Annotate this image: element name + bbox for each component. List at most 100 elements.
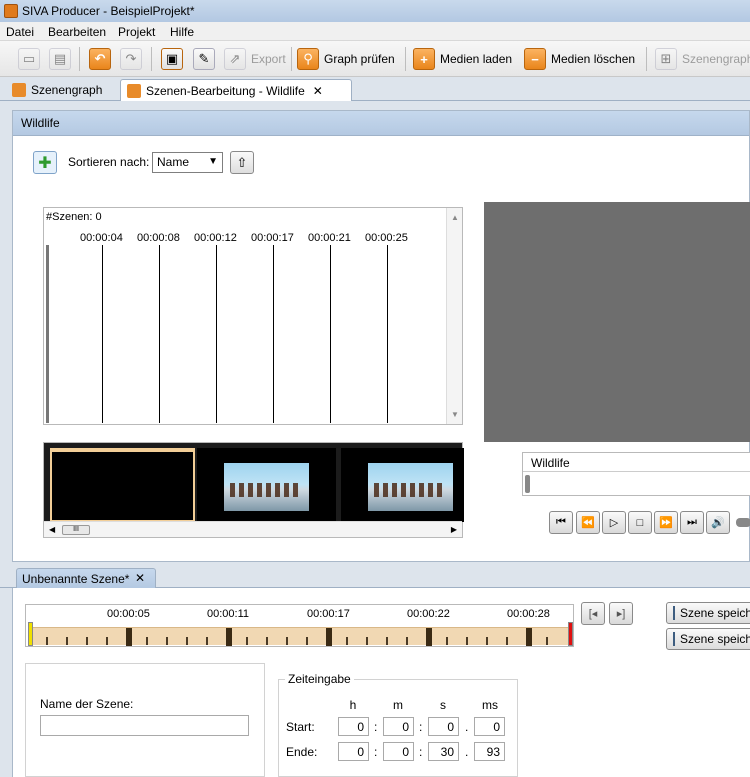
minus-icon: −	[524, 48, 546, 70]
start-marker[interactable]	[28, 622, 33, 646]
end-marker[interactable]	[568, 622, 573, 646]
sort-direction-button[interactable]: ⇧	[230, 151, 254, 174]
save-scene-button[interactable]: Szene speichern	[666, 602, 750, 624]
redo-button[interactable]: ↷	[120, 47, 142, 71]
menu-datei[interactable]: Datei	[6, 25, 34, 39]
toolbar-separator	[79, 47, 80, 71]
tab-unnamed-scene[interactable]: Unbenannte Szene* ✕	[16, 568, 156, 588]
toolbar-separator	[646, 47, 647, 71]
timeline-line	[273, 245, 274, 423]
print-button[interactable]: ▤	[49, 47, 71, 71]
end-minutes-field[interactable]: 0	[383, 742, 414, 761]
menu-bar: Datei Bearbeiten Projekt Hilfe	[0, 22, 750, 41]
start-ms-field[interactable]: 0	[474, 717, 505, 736]
vertical-scrollbar[interactable]: ▲ ▼	[446, 208, 462, 424]
close-icon[interactable]: ✕	[313, 84, 323, 98]
media-position-slider[interactable]	[525, 475, 530, 493]
skip-start-button[interactable]: ⏮	[549, 511, 573, 534]
new-button[interactable]: ▭	[18, 47, 40, 71]
media-load-button[interactable]: + Medien laden	[413, 47, 512, 71]
export-label: Export	[251, 52, 286, 66]
scene-time-ruler[interactable]: 00:00:05 00:00:11 00:00:17 00:00:22 00:0…	[25, 604, 574, 647]
scenegraph-icon: ⊞	[655, 48, 677, 70]
timeline-label: 00:00:12	[194, 232, 237, 244]
scroll-right-icon[interactable]: ▶	[451, 525, 457, 534]
scroll-up-icon[interactable]: ▲	[451, 213, 459, 222]
end-hours-field[interactable]: 0	[338, 742, 369, 761]
stop-icon: □	[636, 516, 644, 529]
scene-name-input[interactable]	[40, 715, 249, 736]
media-name: Wildlife	[531, 456, 570, 470]
tab-scene-editing[interactable]: Szenen-Bearbeitung - Wildlife ✕	[120, 79, 352, 101]
play-button[interactable]: ▷	[602, 511, 626, 534]
graph-check-button[interactable]: ⚲ Graph prüfen	[297, 47, 395, 71]
filmstrip[interactable]: ◀ III ▶	[43, 442, 464, 538]
scroll-thumb[interactable]: III	[62, 525, 90, 535]
start-seconds-field[interactable]: 0	[428, 717, 459, 736]
save-scene-label: Szene speichern	[680, 606, 750, 620]
timeline-label: 00:00:25	[365, 232, 408, 244]
editor-tab-bar: Szenengraph Szenen-Bearbeitung - Wildlif…	[0, 77, 750, 101]
sort-select[interactable]: Name ▼	[152, 152, 223, 173]
column-hours: h	[349, 698, 357, 712]
scenegraph-tab-icon	[12, 83, 26, 97]
volume-slider[interactable]	[736, 518, 750, 527]
toolbar-separator	[151, 47, 152, 71]
export-button[interactable]: ⇗ Export	[224, 47, 286, 71]
video-thumbnail	[368, 463, 453, 511]
filmstrip-frame-selected[interactable]	[50, 448, 195, 522]
media-delete-button[interactable]: − Medien löschen	[524, 47, 635, 71]
tab-scenegraph-label: Szenengraph	[31, 83, 103, 97]
save-scene-button-2[interactable]: Szene speichern	[666, 628, 750, 650]
scenegraph-button[interactable]: ⊞ Szenengraph	[655, 47, 750, 71]
new-icon: ▭	[18, 48, 40, 70]
scissors-icon	[127, 83, 141, 98]
filmstrip-frame[interactable]	[197, 448, 336, 522]
horizontal-scrollbar[interactable]: ◀ III ▶	[44, 521, 462, 537]
scroll-down-icon[interactable]: ▼	[451, 410, 459, 419]
menu-bearbeiten[interactable]: Bearbeiten	[48, 25, 106, 39]
undo-button[interactable]: ↶	[89, 47, 111, 71]
scroll-left-icon[interactable]: ◀	[49, 525, 55, 534]
disk-icon	[673, 632, 675, 646]
menu-projekt[interactable]: Projekt	[118, 25, 155, 39]
ruler-label: 00:00:28	[507, 608, 550, 620]
jump-to-end-button[interactable]: ▸]	[609, 602, 633, 625]
tab-scenegraph[interactable]: Szenengraph	[6, 79, 108, 101]
timeline-label: 00:00:08	[137, 232, 180, 244]
scene-timeline-list[interactable]: #Szenen: 0 00:00:04 00:00:08 00:00:12 00…	[43, 207, 463, 425]
scene-name-label: Name der Szene:	[40, 697, 134, 711]
close-icon[interactable]: ✕	[135, 571, 145, 585]
filmstrip-frame[interactable]	[341, 448, 464, 522]
volume-button[interactable]: 🔊	[706, 511, 730, 534]
play-icon: ▷	[609, 517, 619, 529]
stop-button[interactable]: □	[628, 511, 652, 534]
start-hours-field[interactable]: 0	[338, 717, 369, 736]
panel-title: Wildlife	[13, 111, 749, 136]
chevron-down-icon: ▼	[208, 156, 218, 167]
toolbar-separator	[405, 47, 406, 71]
ruler-label: 00:00:05	[107, 608, 150, 620]
scene-count: #Szenen: 0	[46, 211, 102, 223]
skip-end-button[interactable]: ⏭	[680, 511, 704, 534]
add-scene-button[interactable]: ✚	[33, 151, 57, 174]
timeline-label: 00:00:21	[308, 232, 351, 244]
timeline-line	[330, 245, 331, 423]
end-ms-field[interactable]: 93	[474, 742, 505, 761]
graph-check-label: Graph prüfen	[324, 52, 395, 66]
menu-hilfe[interactable]: Hilfe	[170, 25, 194, 39]
export-icon: ⇗	[224, 48, 246, 70]
app-icon	[4, 4, 18, 18]
save-button[interactable]: ▣	[161, 47, 183, 71]
sort-selected-value: Name	[157, 155, 190, 169]
timeline-label: 00:00:04	[80, 232, 123, 244]
step-forward-button[interactable]: ⏩	[654, 511, 678, 534]
save-as-button[interactable]: ✎	[193, 47, 215, 71]
step-back-button[interactable]: ⏪	[576, 511, 600, 534]
end-seconds-field[interactable]: 30	[428, 742, 459, 761]
media-info-box: Wildlife	[522, 452, 750, 496]
save-icon: ▣	[161, 48, 183, 70]
timeline-line	[387, 245, 388, 423]
jump-to-start-button[interactable]: [◂	[581, 602, 605, 625]
start-minutes-field[interactable]: 0	[383, 717, 414, 736]
